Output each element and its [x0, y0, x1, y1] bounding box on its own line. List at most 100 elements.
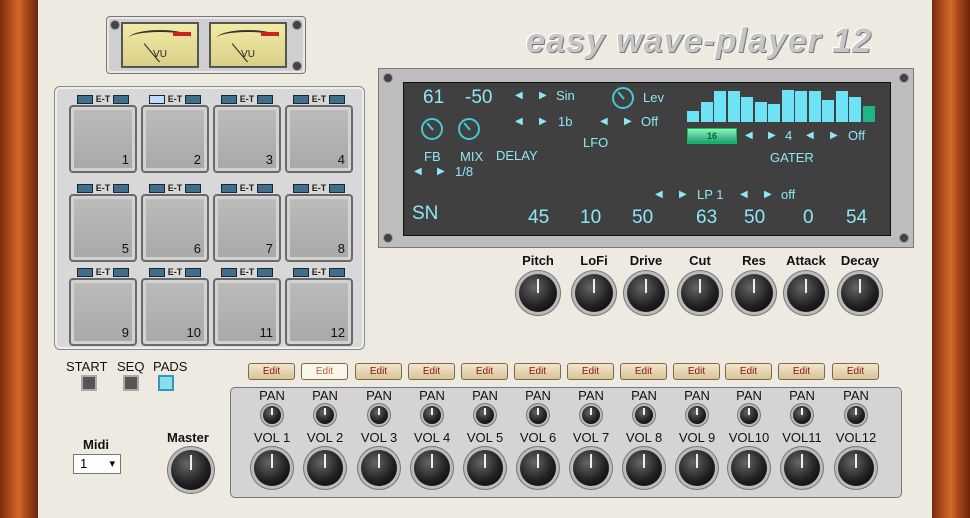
feedback-knob[interactable]	[421, 118, 443, 140]
arrow-right-icon[interactable]: ▶	[830, 130, 838, 141]
pan-knob-4[interactable]	[423, 406, 441, 424]
attack-knob[interactable]	[787, 274, 825, 312]
pad-button[interactable]: 9	[69, 278, 137, 346]
pitch-knob[interactable]	[519, 274, 557, 312]
midi-channel-select[interactable]: 1	[73, 454, 121, 474]
gater-step-bar[interactable]	[835, 91, 848, 122]
pan-knob-9[interactable]	[688, 406, 706, 424]
pad-button[interactable]: 11	[213, 278, 281, 346]
arrow-right-icon[interactable]: ▶	[624, 116, 632, 127]
pad-button[interactable]: 4	[285, 105, 353, 173]
gater-step-bar[interactable]	[741, 96, 753, 122]
et-toggle[interactable]: E-T	[285, 94, 353, 104]
pan-knob-1[interactable]	[263, 406, 281, 424]
edit-button-8[interactable]: Edit	[620, 363, 667, 380]
et-toggle[interactable]: E-T	[69, 183, 137, 193]
pad-button[interactable]: 10	[141, 278, 209, 346]
arrow-left-icon[interactable]: ◀	[806, 130, 814, 141]
volume-knob-3[interactable]	[361, 450, 397, 486]
pan-knob-3[interactable]	[370, 406, 388, 424]
gater-step-bar[interactable]	[714, 91, 726, 122]
pad-button[interactable]: 1	[69, 105, 137, 173]
pad-button[interactable]: 7	[213, 194, 281, 262]
gater-step-bar[interactable]	[687, 111, 699, 122]
decay-knob[interactable]	[841, 274, 879, 312]
et-toggle[interactable]: E-T	[285, 267, 353, 277]
pad-button[interactable]: 3	[213, 105, 281, 173]
edit-button-3[interactable]: Edit	[355, 363, 402, 380]
arrow-left-icon[interactable]: ◀	[740, 189, 748, 200]
pad-button[interactable]: 5	[69, 194, 137, 262]
pads-button[interactable]	[158, 375, 174, 391]
drive-knob[interactable]	[627, 274, 665, 312]
arrow-left-icon[interactable]: ◀	[515, 116, 523, 127]
et-toggle[interactable]: E-T	[141, 183, 209, 193]
edit-button-12[interactable]: Edit	[832, 363, 879, 380]
pan-knob-8[interactable]	[635, 406, 653, 424]
gater-step-bar[interactable]	[700, 102, 713, 122]
et-toggle[interactable]: E-T	[141, 267, 209, 277]
gater-step-bar[interactable]	[754, 102, 767, 122]
arrow-left-icon[interactable]: ◀	[600, 116, 608, 127]
pad-button[interactable]: 6	[141, 194, 209, 262]
edit-button-6[interactable]: Edit	[514, 363, 561, 380]
cut-knob[interactable]	[681, 274, 719, 312]
res-knob[interactable]	[735, 274, 773, 312]
et-toggle[interactable]: E-T	[69, 267, 137, 277]
arrow-right-icon[interactable]: ▶	[679, 189, 687, 200]
arrow-right-icon[interactable]: ▶	[764, 189, 772, 200]
gater-step-bar[interactable]	[849, 96, 861, 122]
edit-button-1[interactable]: Edit	[248, 363, 295, 380]
edit-button-4[interactable]: Edit	[408, 363, 455, 380]
volume-knob-1[interactable]	[254, 450, 290, 486]
arrow-right-icon[interactable]: ▶	[768, 130, 776, 141]
edit-button-2[interactable]: Edit	[301, 363, 348, 380]
mix-knob[interactable]	[458, 118, 480, 140]
seq-button[interactable]	[123, 375, 139, 391]
gater-step-bar[interactable]	[808, 91, 821, 122]
edit-button-5[interactable]: Edit	[461, 363, 508, 380]
pad-button[interactable]: 2	[141, 105, 209, 173]
pan-knob-5[interactable]	[476, 406, 494, 424]
pan-knob-11[interactable]	[793, 406, 811, 424]
et-toggle[interactable]: E-T	[213, 94, 281, 104]
pan-knob-7[interactable]	[582, 406, 600, 424]
edit-button-9[interactable]: Edit	[673, 363, 720, 380]
lfo-depth-knob[interactable]	[612, 87, 634, 109]
et-toggle[interactable]: E-T	[69, 94, 137, 104]
arrow-left-icon[interactable]: ◀	[515, 90, 523, 101]
pan-knob-6[interactable]	[529, 406, 547, 424]
edit-button-10[interactable]: Edit	[725, 363, 772, 380]
et-toggle[interactable]: E-T	[213, 183, 281, 193]
pad-button[interactable]: 12	[285, 278, 353, 346]
arrow-right-icon[interactable]: ▶	[539, 90, 547, 101]
arrow-right-icon[interactable]: ▶	[437, 166, 445, 177]
volume-knob-11[interactable]	[784, 450, 820, 486]
volume-knob-7[interactable]	[573, 450, 609, 486]
arrow-right-icon[interactable]: ▶	[539, 116, 547, 127]
volume-knob-6[interactable]	[520, 450, 556, 486]
gater-step-bar[interactable]	[781, 89, 794, 122]
volume-knob-9[interactable]	[679, 450, 715, 486]
gater-step-bar[interactable]	[727, 91, 740, 122]
gater-pattern[interactable]	[687, 86, 882, 122]
et-toggle[interactable]: E-T	[141, 94, 209, 104]
lofi-knob[interactable]	[575, 274, 613, 312]
gater-step-bar[interactable]	[768, 104, 780, 122]
start-button[interactable]	[81, 375, 97, 391]
volume-knob-12[interactable]	[838, 450, 874, 486]
gater-steps-button[interactable]: 16	[687, 128, 737, 144]
gater-step-bar[interactable]	[862, 105, 875, 122]
pad-button[interactable]: 8	[285, 194, 353, 262]
volume-knob-8[interactable]	[626, 450, 662, 486]
gater-step-bar[interactable]	[795, 91, 807, 122]
pan-knob-12[interactable]	[847, 406, 865, 424]
pan-knob-10[interactable]	[740, 406, 758, 424]
volume-knob-10[interactable]	[731, 450, 767, 486]
et-toggle[interactable]: E-T	[213, 267, 281, 277]
pan-knob-2[interactable]	[316, 406, 334, 424]
edit-button-7[interactable]: Edit	[567, 363, 614, 380]
gater-step-bar[interactable]	[822, 100, 834, 122]
arrow-left-icon[interactable]: ◀	[414, 166, 422, 177]
volume-knob-2[interactable]	[307, 450, 343, 486]
